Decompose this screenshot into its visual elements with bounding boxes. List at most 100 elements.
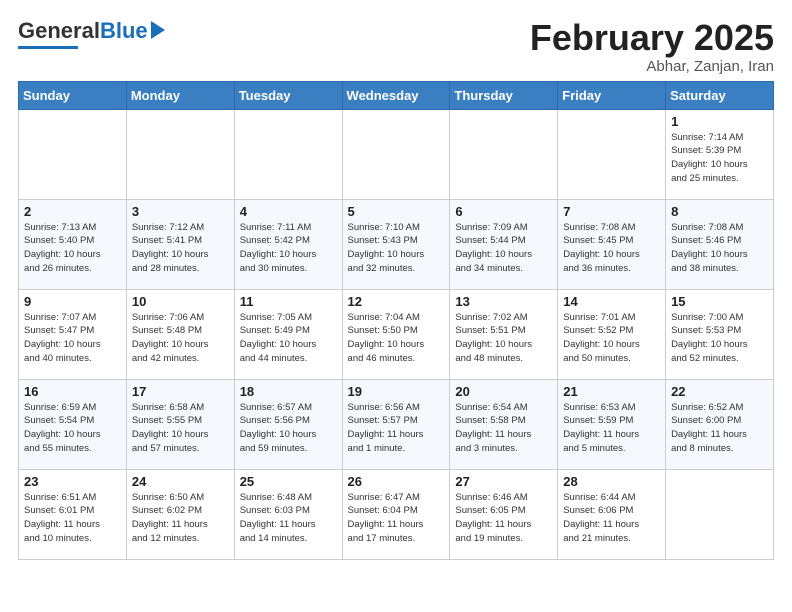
weekday-header-thursday: Thursday xyxy=(450,81,558,109)
weekday-header-wednesday: Wednesday xyxy=(342,81,450,109)
day-number: 28 xyxy=(563,474,660,489)
day-info: Sunrise: 6:58 AM Sunset: 5:55 PM Dayligh… xyxy=(132,401,229,456)
calendar-cell: 16 Sunrise: 6:59 AM Sunset: 5:54 PM Dayli… xyxy=(19,379,127,469)
day-info: Sunrise: 7:11 AM Sunset: 5:42 PM Dayligh… xyxy=(240,221,337,276)
logo-general: General xyxy=(18,18,100,44)
calendar-cell xyxy=(450,109,558,199)
location-subtitle: Abhar, Zanjan, Iran xyxy=(530,58,774,75)
day-number: 25 xyxy=(240,474,337,489)
day-number: 2 xyxy=(24,204,121,219)
day-number: 24 xyxy=(132,474,229,489)
day-number: 16 xyxy=(24,384,121,399)
day-info: Sunrise: 7:02 AM Sunset: 5:51 PM Dayligh… xyxy=(455,311,552,366)
calendar-cell: 2 Sunrise: 7:13 AM Sunset: 5:40 PM Daylig… xyxy=(19,199,127,289)
weekday-header-sunday: Sunday xyxy=(19,81,127,109)
day-number: 4 xyxy=(240,204,337,219)
month-title: February 2025 xyxy=(530,18,774,58)
calendar-cell: 5 Sunrise: 7:10 AM Sunset: 5:43 PM Daylig… xyxy=(342,199,450,289)
calendar-cell: 4 Sunrise: 7:11 AM Sunset: 5:42 PM Daylig… xyxy=(234,199,342,289)
day-info: Sunrise: 7:05 AM Sunset: 5:49 PM Dayligh… xyxy=(240,311,337,366)
day-number: 20 xyxy=(455,384,552,399)
logo-blue: Blue xyxy=(100,18,148,44)
calendar-cell: 10 Sunrise: 7:06 AM Sunset: 5:48 PM Dayli… xyxy=(126,289,234,379)
weekday-header-saturday: Saturday xyxy=(666,81,774,109)
day-number: 3 xyxy=(132,204,229,219)
day-info: Sunrise: 6:53 AM Sunset: 5:59 PM Dayligh… xyxy=(563,401,660,456)
day-info: Sunrise: 7:10 AM Sunset: 5:43 PM Dayligh… xyxy=(348,221,445,276)
calendar-week-5: 23Sunrise: 6:51 AM Sunset: 6:01 PM Dayli… xyxy=(19,469,774,559)
calendar-cell: 12 Sunrise: 7:04 AM Sunset: 5:50 PM Dayli… xyxy=(342,289,450,379)
calendar-cell: 6 Sunrise: 7:09 AM Sunset: 5:44 PM Daylig… xyxy=(450,199,558,289)
weekday-header-monday: Monday xyxy=(126,81,234,109)
day-number: 17 xyxy=(132,384,229,399)
day-number: 10 xyxy=(132,294,229,309)
calendar-cell: 11 Sunrise: 7:05 AM Sunset: 5:49 PM Dayli… xyxy=(234,289,342,379)
day-info: Sunrise: 6:46 AM Sunset: 6:05 PM Dayligh… xyxy=(455,491,552,546)
calendar-cell: 17 Sunrise: 6:58 AM Sunset: 5:55 PM Dayli… xyxy=(126,379,234,469)
day-info: Sunrise: 7:08 AM Sunset: 5:46 PM Dayligh… xyxy=(671,221,768,276)
day-number: 7 xyxy=(563,204,660,219)
day-info: Sunrise: 7:14 AM Sunset: 5:39 PM Dayligh… xyxy=(671,131,768,186)
calendar-cell xyxy=(19,109,127,199)
calendar-week-4: 16 Sunrise: 6:59 AM Sunset: 5:54 PM Dayli… xyxy=(19,379,774,469)
day-number: 14 xyxy=(563,294,660,309)
calendar-cell: 21 Sunrise: 6:53 AM Sunset: 5:59 PM Dayli… xyxy=(558,379,666,469)
calendar-cell: 26Sunrise: 6:47 AM Sunset: 6:04 PM Dayli… xyxy=(342,469,450,559)
calendar-cell xyxy=(126,109,234,199)
logo-line xyxy=(18,46,78,49)
day-number: 21 xyxy=(563,384,660,399)
calendar-cell xyxy=(342,109,450,199)
calendar-cell: 3Sunrise: 7:12 AM Sunset: 5:41 PM Daylig… xyxy=(126,199,234,289)
calendar-cell: 18Sunrise: 6:57 AM Sunset: 5:56 PM Dayli… xyxy=(234,379,342,469)
calendar-cell: 19Sunrise: 6:56 AM Sunset: 5:57 PM Dayli… xyxy=(342,379,450,469)
header: General Blue February 2025 Abhar, Zanjan… xyxy=(18,18,774,75)
day-number: 22 xyxy=(671,384,768,399)
calendar-cell xyxy=(234,109,342,199)
day-info: Sunrise: 6:52 AM Sunset: 6:00 PM Dayligh… xyxy=(671,401,768,456)
calendar-cell: 20 Sunrise: 6:54 AM Sunset: 5:58 PM Dayli… xyxy=(450,379,558,469)
day-info: Sunrise: 6:44 AM Sunset: 6:06 PM Dayligh… xyxy=(563,491,660,546)
day-info: Sunrise: 6:54 AM Sunset: 5:58 PM Dayligh… xyxy=(455,401,552,456)
weekday-header-friday: Friday xyxy=(558,81,666,109)
calendar-cell: 15Sunrise: 7:00 AM Sunset: 5:53 PM Dayli… xyxy=(666,289,774,379)
day-info: Sunrise: 6:51 AM Sunset: 6:01 PM Dayligh… xyxy=(24,491,121,546)
calendar-cell: 14 Sunrise: 7:01 AM Sunset: 5:52 PM Dayli… xyxy=(558,289,666,379)
calendar-cell: 8 Sunrise: 7:08 AM Sunset: 5:46 PM Daylig… xyxy=(666,199,774,289)
day-info: Sunrise: 6:59 AM Sunset: 5:54 PM Dayligh… xyxy=(24,401,121,456)
day-info: Sunrise: 7:08 AM Sunset: 5:45 PM Dayligh… xyxy=(563,221,660,276)
calendar-cell xyxy=(666,469,774,559)
calendar-cell: 7 Sunrise: 7:08 AM Sunset: 5:45 PM Daylig… xyxy=(558,199,666,289)
calendar-week-1: 1Sunrise: 7:14 AM Sunset: 5:39 PM Daylig… xyxy=(19,109,774,199)
weekday-header-tuesday: Tuesday xyxy=(234,81,342,109)
calendar-cell xyxy=(558,109,666,199)
day-info: Sunrise: 7:13 AM Sunset: 5:40 PM Dayligh… xyxy=(24,221,121,276)
calendar-table: SundayMondayTuesdayWednesdayThursdayFrid… xyxy=(18,81,774,560)
day-number: 18 xyxy=(240,384,337,399)
day-info: Sunrise: 7:04 AM Sunset: 5:50 PM Dayligh… xyxy=(348,311,445,366)
day-info: Sunrise: 7:07 AM Sunset: 5:47 PM Dayligh… xyxy=(24,311,121,366)
calendar-cell: 13 Sunrise: 7:02 AM Sunset: 5:51 PM Dayli… xyxy=(450,289,558,379)
day-number: 13 xyxy=(455,294,552,309)
calendar-week-2: 2 Sunrise: 7:13 AM Sunset: 5:40 PM Daylig… xyxy=(19,199,774,289)
page: General Blue February 2025 Abhar, Zanjan… xyxy=(0,0,792,570)
calendar-cell: 23Sunrise: 6:51 AM Sunset: 6:01 PM Dayli… xyxy=(19,469,127,559)
calendar-cell: 22 Sunrise: 6:52 AM Sunset: 6:00 PM Dayli… xyxy=(666,379,774,469)
day-info: Sunrise: 7:06 AM Sunset: 5:48 PM Dayligh… xyxy=(132,311,229,366)
day-number: 5 xyxy=(348,204,445,219)
day-info: Sunrise: 6:47 AM Sunset: 6:04 PM Dayligh… xyxy=(348,491,445,546)
logo-arrow-icon xyxy=(151,21,165,39)
day-number: 15 xyxy=(671,294,768,309)
day-number: 11 xyxy=(240,294,337,309)
day-info: Sunrise: 6:50 AM Sunset: 6:02 PM Dayligh… xyxy=(132,491,229,546)
day-number: 27 xyxy=(455,474,552,489)
title-block: February 2025 Abhar, Zanjan, Iran xyxy=(530,18,774,75)
calendar-cell: 25Sunrise: 6:48 AM Sunset: 6:03 PM Dayli… xyxy=(234,469,342,559)
day-number: 8 xyxy=(671,204,768,219)
day-info: Sunrise: 7:01 AM Sunset: 5:52 PM Dayligh… xyxy=(563,311,660,366)
day-info: Sunrise: 7:09 AM Sunset: 5:44 PM Dayligh… xyxy=(455,221,552,276)
logo: General Blue xyxy=(18,18,165,49)
calendar-cell: 27 Sunrise: 6:46 AM Sunset: 6:05 PM Dayli… xyxy=(450,469,558,559)
day-number: 6 xyxy=(455,204,552,219)
calendar-week-3: 9Sunrise: 7:07 AM Sunset: 5:47 PM Daylig… xyxy=(19,289,774,379)
day-number: 12 xyxy=(348,294,445,309)
